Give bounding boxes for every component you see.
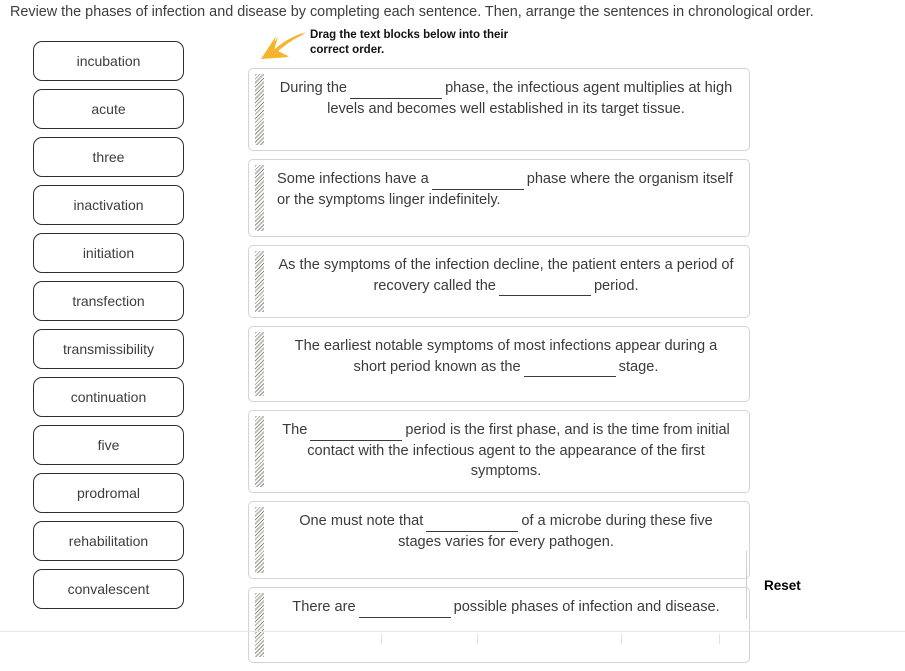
- word-chip-three[interactable]: three: [33, 137, 184, 177]
- word-chip-label: three: [92, 149, 125, 165]
- answer-blank-slot[interactable]: [523, 361, 616, 377]
- sentence-text: Some infections have a phase where the or…: [249, 160, 749, 219]
- sentence-blocks-dropzone[interactable]: During the phase, the infectious agent mu…: [248, 68, 750, 671]
- reset-divider: [746, 551, 747, 619]
- word-chip-continuation[interactable]: continuation: [33, 377, 184, 417]
- footer-tick: [477, 634, 478, 644]
- sentence-part-before-blank: One must note that: [299, 513, 424, 529]
- drag-handle-icon[interactable]: [255, 593, 264, 657]
- footer-divider: [0, 631, 905, 632]
- reset-button[interactable]: Reset: [764, 578, 801, 593]
- page-instructions: Review the phases of infection and disea…: [10, 4, 814, 20]
- arrow-down-left-icon: [261, 32, 307, 59]
- sentence-part-after-blank: stage.: [618, 358, 659, 375]
- footer-tick: [621, 634, 622, 644]
- word-chip-five[interactable]: five: [33, 425, 184, 465]
- drag-handle-icon[interactable]: [255, 165, 264, 231]
- sentence-part-before-blank: Some infections have a: [277, 171, 429, 187]
- reset-area: Reset: [746, 551, 801, 619]
- sentence-block[interactable]: During the phase, the infectious agent mu…: [248, 68, 750, 151]
- word-chip-label: rehabilitation: [68, 533, 149, 549]
- drag-handle-icon[interactable]: [255, 507, 264, 573]
- sentence-block[interactable]: Some infections have a phase where the or…: [248, 159, 750, 237]
- sentence-text: The period is the first phase, and is the…: [249, 411, 749, 491]
- sentence-part-after-blank: period.: [593, 277, 639, 294]
- answer-blank-slot[interactable]: [358, 602, 451, 618]
- sentence-part-after-blank: possible phases of infection and disease…: [453, 599, 720, 615]
- answer-blank-slot[interactable]: [350, 83, 443, 99]
- drag-handle-icon[interactable]: [255, 332, 264, 396]
- word-chip-inactivation[interactable]: inactivation: [33, 185, 184, 225]
- sentence-text: There are possible phases of infection an…: [249, 588, 749, 627]
- word-chip-initiation[interactable]: initiation: [33, 233, 184, 273]
- sentence-text: The earliest notable symptoms of most in…: [249, 327, 749, 386]
- word-chip-label: initiation: [82, 245, 135, 261]
- word-chip-label: inactivation: [73, 197, 144, 213]
- sentence-text: During the phase, the infectious agent mu…: [249, 69, 749, 128]
- word-chip-transfection[interactable]: transfection: [33, 281, 184, 321]
- answer-blank-slot[interactable]: [310, 425, 403, 441]
- sentence-part-before-blank: The: [282, 422, 308, 438]
- word-chip-label: incubation: [76, 53, 141, 69]
- word-chip-acute[interactable]: acute: [33, 89, 184, 129]
- footer-tick: [719, 634, 720, 644]
- answer-blank-slot[interactable]: [498, 280, 591, 296]
- footer-tick: [381, 634, 382, 644]
- sentence-part-before-blank: During the: [279, 80, 348, 96]
- drag-instruction-text: Drag the text blocks below into their co…: [310, 29, 509, 56]
- word-chip-rehabilitation[interactable]: rehabilitation: [33, 521, 184, 561]
- word-chip-prodromal[interactable]: prodromal: [33, 473, 184, 513]
- word-chip-convalescent[interactable]: convalescent: [33, 569, 184, 609]
- word-chip-label: transfection: [72, 293, 145, 309]
- word-chip-label: prodromal: [76, 485, 141, 501]
- word-chip-label: convalescent: [67, 581, 150, 597]
- sentence-block[interactable]: One must note that of a microbe during th…: [248, 501, 750, 579]
- drag-handle-icon[interactable]: [255, 251, 264, 312]
- sentence-block[interactable]: There are possible phases of infection an…: [248, 587, 750, 663]
- answer-blank-slot[interactable]: [426, 516, 519, 532]
- word-chip-label: five: [97, 437, 120, 453]
- sentence-block[interactable]: The earliest notable symptoms of most in…: [248, 326, 750, 402]
- word-chip-label: continuation: [70, 389, 147, 405]
- word-chip-label: transmissibility: [62, 341, 154, 357]
- sentence-block[interactable]: The period is the first phase, and is the…: [248, 410, 750, 493]
- drag-handle-icon[interactable]: [255, 416, 264, 487]
- sentence-part-before-blank: There are: [292, 599, 356, 615]
- sentence-text: One must note that of a microbe during th…: [249, 502, 749, 561]
- word-chip-label: acute: [91, 101, 126, 117]
- sentence-block[interactable]: As the symptoms of the infection decline…: [248, 245, 750, 318]
- word-bank-list: incubation acute three inactivation initiati…: [33, 41, 184, 617]
- word-chip-incubation[interactable]: incubation: [33, 41, 184, 81]
- answer-blank-slot[interactable]: [431, 174, 524, 190]
- word-chip-transmissibility[interactable]: transmissibility: [33, 329, 184, 369]
- sentence-text: As the symptoms of the infection decline…: [249, 246, 749, 305]
- drag-handle-icon[interactable]: [255, 74, 264, 145]
